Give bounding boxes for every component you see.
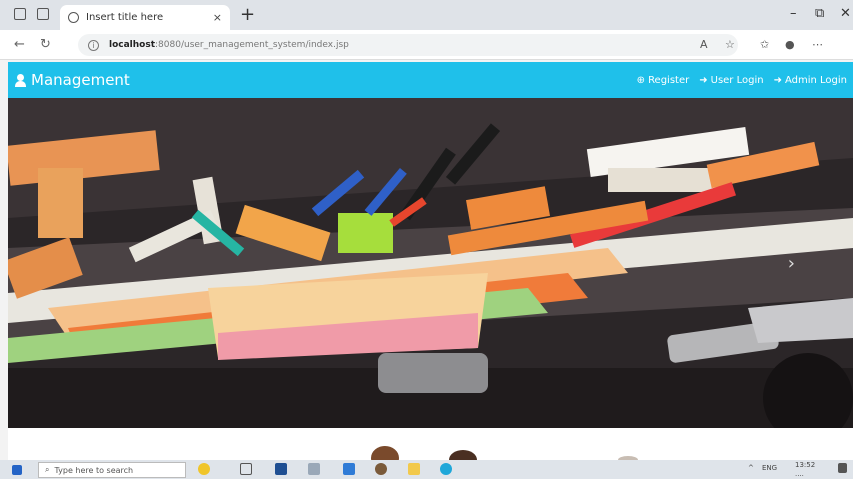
clock-date[interactable]: .... — [795, 470, 804, 478]
os-taskbar: ⌕ Type here to search ^ ENG 13:52 .... — [0, 460, 853, 479]
user-login-link[interactable]: ➜ User Login — [699, 75, 763, 86]
chevron-up-icon[interactable]: ^ — [748, 464, 754, 472]
app-icon[interactable] — [275, 463, 287, 475]
browser-toolbar: ← ↻ i localhost :8080/user_management_sy… — [0, 30, 853, 60]
widget-icon[interactable] — [198, 463, 210, 475]
clock-time[interactable]: 13:52 — [795, 461, 815, 469]
site-info-icon[interactable]: i — [88, 39, 99, 51]
register-link[interactable]: ⊕ Register — [637, 75, 690, 86]
address-bar[interactable]: i localhost :8080/user_management_system… — [78, 34, 738, 56]
brand[interactable]: Management — [14, 71, 130, 89]
url-path: :8080/user_management_system/index.jsp — [155, 40, 349, 50]
search-placeholder: Type here to search — [54, 465, 134, 475]
hero-image — [8, 98, 853, 428]
register-label: Register — [648, 74, 690, 86]
start-icon[interactable] — [12, 465, 22, 475]
content-strip — [8, 428, 853, 470]
app-navbar: Management ⊕ Register ➜ User Login ➜ Adm… — [8, 62, 853, 98]
notification-icon[interactable] — [838, 463, 847, 473]
favorite-star-icon[interactable]: ☆ — [725, 38, 735, 51]
back-icon[interactable]: ← — [14, 37, 25, 52]
team-image-partial — [371, 446, 638, 470]
tab-close-button[interactable]: × — [213, 11, 222, 24]
browser-tab-bar: Insert title here × + – ⧉ ✕ — [0, 0, 853, 30]
app-icon[interactable] — [375, 463, 387, 475]
minimize-button[interactable]: – — [790, 6, 797, 21]
hero-carousel: › — [8, 98, 853, 428]
workspaces-icon[interactable] — [14, 8, 26, 20]
search-icon: ⌕ — [45, 465, 50, 474]
vscode-icon[interactable] — [343, 463, 355, 475]
language-indicator[interactable]: ENG — [762, 464, 777, 472]
login-icon: ➜ — [699, 74, 708, 86]
globe-icon — [68, 12, 79, 23]
more-icon[interactable]: ⋯ — [812, 38, 823, 51]
tab-actions-icon[interactable] — [37, 8, 49, 20]
profile-icon[interactable]: ● — [785, 38, 795, 51]
maximize-button[interactable]: ⧉ — [815, 6, 824, 21]
favorites-icon[interactable]: ✩ — [760, 38, 769, 51]
folder-icon[interactable] — [408, 463, 420, 475]
close-window-button[interactable]: ✕ — [840, 6, 851, 21]
refresh-icon[interactable]: ↻ — [40, 37, 51, 52]
app-icon[interactable] — [308, 463, 320, 475]
admin-login-label: Admin Login — [784, 74, 847, 86]
read-aloud-icon[interactable]: A — [700, 38, 708, 51]
brand-label: Management — [31, 71, 130, 89]
browser-tab[interactable]: Insert title here × — [60, 5, 230, 30]
url-host: localhost — [109, 40, 156, 50]
user-icon — [14, 73, 27, 87]
taskbar-search[interactable]: ⌕ Type here to search — [38, 462, 186, 478]
new-tab-button[interactable]: + — [240, 4, 255, 25]
edge-icon[interactable] — [440, 463, 452, 475]
nav-links: ⊕ Register ➜ User Login ➜ Admin Login — [637, 75, 847, 86]
login-icon: ➜ — [773, 74, 782, 86]
register-icon: ⊕ — [636, 74, 646, 86]
user-login-label: User Login — [710, 74, 764, 86]
carousel-next-icon[interactable]: › — [788, 253, 795, 274]
tab-title: Insert title here — [86, 12, 164, 23]
task-view-icon[interactable] — [240, 463, 252, 475]
admin-login-link[interactable]: ➜ Admin Login — [774, 75, 847, 86]
